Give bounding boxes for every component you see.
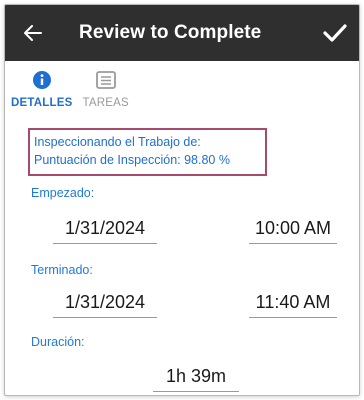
inspection-info-box: Inspeccionando el Trabajo de: Puntuación… <box>28 128 267 176</box>
page-title: Review to Complete <box>79 22 262 43</box>
arrow-back-icon <box>24 25 42 41</box>
back-button[interactable] <box>5 5 61 61</box>
duration-label: Duración: <box>31 335 85 349</box>
duration-field[interactable]: 1h 39m <box>153 366 239 392</box>
tab-bar: DETALLES TAREAS <box>5 61 359 121</box>
tab-tareas-label: TAREAS <box>82 97 129 109</box>
list-icon <box>95 69 116 91</box>
tab-tareas[interactable]: TAREAS <box>82 61 129 109</box>
app-screen: Review to Complete DETALLES TAREAS Inspe… <box>4 4 360 396</box>
finished-time-field[interactable]: 11:40 AM <box>249 292 337 318</box>
inspection-job-text: Inspeccionando el Trabajo de: <box>34 135 201 149</box>
started-date-field[interactable]: 1/31/2024 <box>53 218 157 244</box>
confirm-button[interactable] <box>315 5 355 61</box>
finished-label: Terminado: <box>31 263 93 277</box>
app-bar: Review to Complete <box>5 5 359 61</box>
tab-detalles[interactable]: DETALLES <box>11 61 72 109</box>
inspection-score-text: Puntuación de Inspección: 98.80 % <box>34 153 230 167</box>
info-icon <box>32 69 52 91</box>
tab-detalles-label: DETALLES <box>11 97 73 109</box>
check-icon <box>323 24 347 42</box>
started-time-field[interactable]: 10:00 AM <box>249 218 337 244</box>
finished-date-field[interactable]: 1/31/2024 <box>53 292 157 318</box>
started-label: Empezado: <box>31 186 95 200</box>
